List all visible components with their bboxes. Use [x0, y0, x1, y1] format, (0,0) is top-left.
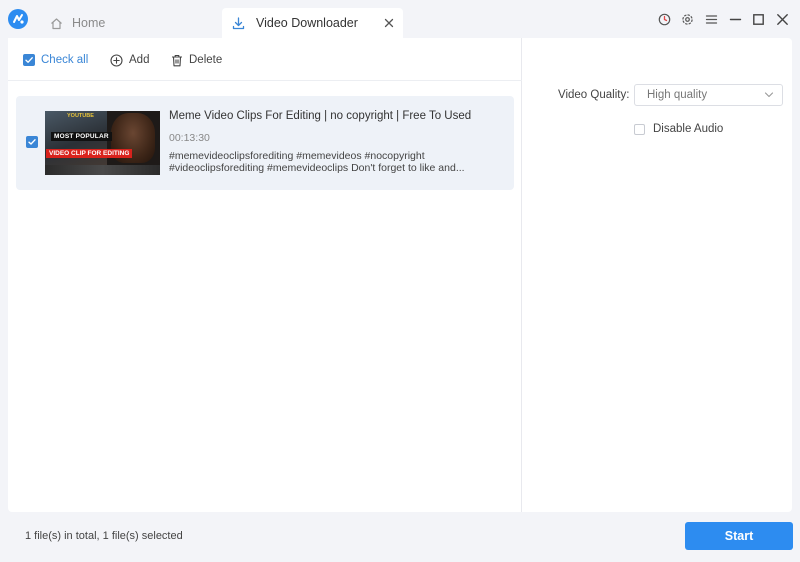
download-icon	[232, 16, 245, 29]
plus-circle-icon	[110, 53, 123, 67]
minimize-icon[interactable]	[728, 12, 742, 26]
close-icon[interactable]	[383, 17, 395, 29]
delete-button[interactable]: Delete	[171, 52, 222, 68]
trash-icon	[172, 54, 182, 66]
window-close-icon[interactable]	[775, 12, 789, 26]
status-text: 1 file(s) in total, 1 file(s) selected	[25, 530, 183, 542]
video-thumbnail: YOUTUBE MOST POPULAR VIDEO CLIP FOR EDIT…	[45, 111, 160, 175]
video-title: Meme Video Clips For Editing | no copyri…	[169, 110, 472, 122]
chevron-down-icon	[764, 92, 774, 98]
tab-video-downloader-label: Video Downloader	[256, 16, 358, 30]
video-quality-select[interactable]: High quality	[634, 84, 783, 106]
home-icon	[51, 17, 62, 29]
tab-home-label: Home	[72, 16, 106, 30]
disable-audio-checkbox[interactable]	[634, 124, 645, 135]
thumbnail-text-middle: MOST POPULAR	[51, 132, 112, 141]
menu-icon[interactable]	[704, 12, 718, 26]
list-item[interactable]: YOUTUBE MOST POPULAR VIDEO CLIP FOR EDIT…	[16, 96, 514, 190]
maximize-icon[interactable]	[751, 12, 765, 26]
video-description: #memevideoclipsforediting #memevideos #n…	[169, 150, 469, 174]
title-bar: Home Video Downloader	[0, 0, 800, 38]
add-button[interactable]: Add	[110, 52, 149, 68]
video-description-line2: #videoclipsforediting #memevideoclips Do…	[169, 162, 465, 174]
thumbnail-text-bottom: VIDEO CLIP FOR EDITING	[46, 149, 133, 158]
settings-pane: Video Quality: High quality Disable Audi…	[523, 38, 792, 512]
list-toolbar: Check all Add Delete	[8, 38, 522, 81]
video-checkbox[interactable]	[26, 136, 38, 148]
start-button[interactable]: Start	[685, 522, 793, 550]
timer-icon[interactable]	[657, 12, 671, 26]
video-duration: 00:13:30	[169, 132, 210, 144]
video-quality-value: High quality	[647, 89, 708, 101]
video-list-pane: Check all Add Delete YOUTUBE MOST POPULA…	[8, 38, 522, 512]
tab-home[interactable]: Home	[50, 8, 210, 38]
check-all-button[interactable]: Check all	[23, 52, 88, 68]
delete-label: Delete	[189, 54, 223, 66]
gear-icon[interactable]	[680, 12, 694, 26]
main-panel: Check all Add Delete YOUTUBE MOST POPULA…	[8, 38, 792, 512]
disable-audio-label: Disable Audio	[653, 123, 724, 135]
video-description-line1: #memevideoclipsforediting #memevideos #n…	[169, 150, 425, 162]
app-logo-icon	[8, 9, 28, 29]
checkbox-checked-icon	[23, 54, 35, 66]
video-quality-label: Video Quality:	[558, 89, 630, 101]
thumbnail-text-top: YOUTUBE	[67, 113, 94, 119]
check-all-label: Check all	[41, 54, 89, 66]
add-label: Add	[129, 54, 150, 66]
tab-video-downloader[interactable]: Video Downloader	[222, 8, 403, 38]
